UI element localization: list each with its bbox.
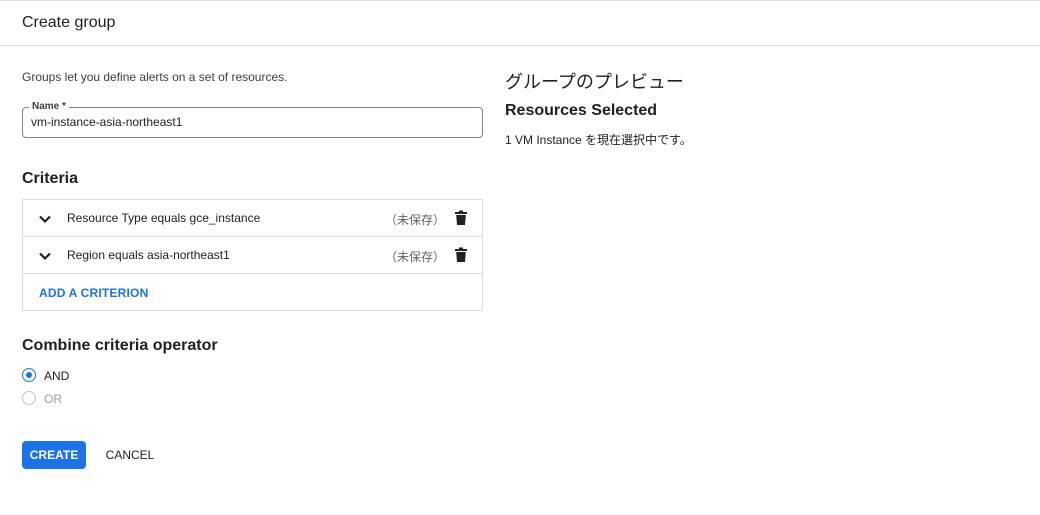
radio-or-label: OR [44,392,62,406]
resources-selected-text: 1 VM Instance を現在選択中です。 [505,133,692,147]
trash-icon[interactable] [454,210,468,226]
radio-selected-icon[interactable] [22,368,36,382]
combine-operator-title: Combine criteria operator [22,337,218,354]
criterion-label: Region equals asia-northeast1 [67,248,230,262]
add-criterion-button[interactable]: ADD A CRITERION [39,286,148,300]
criteria-list: Resource Type equals gce_instance （未保存） … [22,199,483,311]
radio-unselected-icon [22,391,36,405]
criterion-label: Resource Type equals gce_instance [67,211,261,225]
name-label: Name * [29,100,69,114]
criterion-row[interactable]: Region equals asia-northeast1 （未保存） [23,237,482,274]
resources-selected-title: Resources Selected [505,102,658,119]
radio-and-label: AND [44,369,70,383]
name-input[interactable] [31,115,471,129]
criterion-status: （未保存） [385,250,446,264]
preview-title: グループのプレビュー [505,72,684,92]
trash-icon[interactable] [454,247,468,263]
name-field[interactable]: Name * [22,100,483,138]
criteria-title: Criteria [22,170,79,187]
form-description: Groups let you define alerts on a set of… [22,70,288,84]
create-button[interactable]: CREATE [22,441,86,469]
cancel-button[interactable]: CANCEL [100,441,160,469]
criterion-row[interactable]: Resource Type equals gce_instance （未保存） [23,200,482,237]
chevron-down-icon[interactable] [37,248,53,264]
page-title: Create group [22,14,116,31]
criterion-status: （未保存） [385,213,446,227]
chevron-down-icon[interactable] [37,211,53,227]
page-header: Create group [0,1,1040,46]
